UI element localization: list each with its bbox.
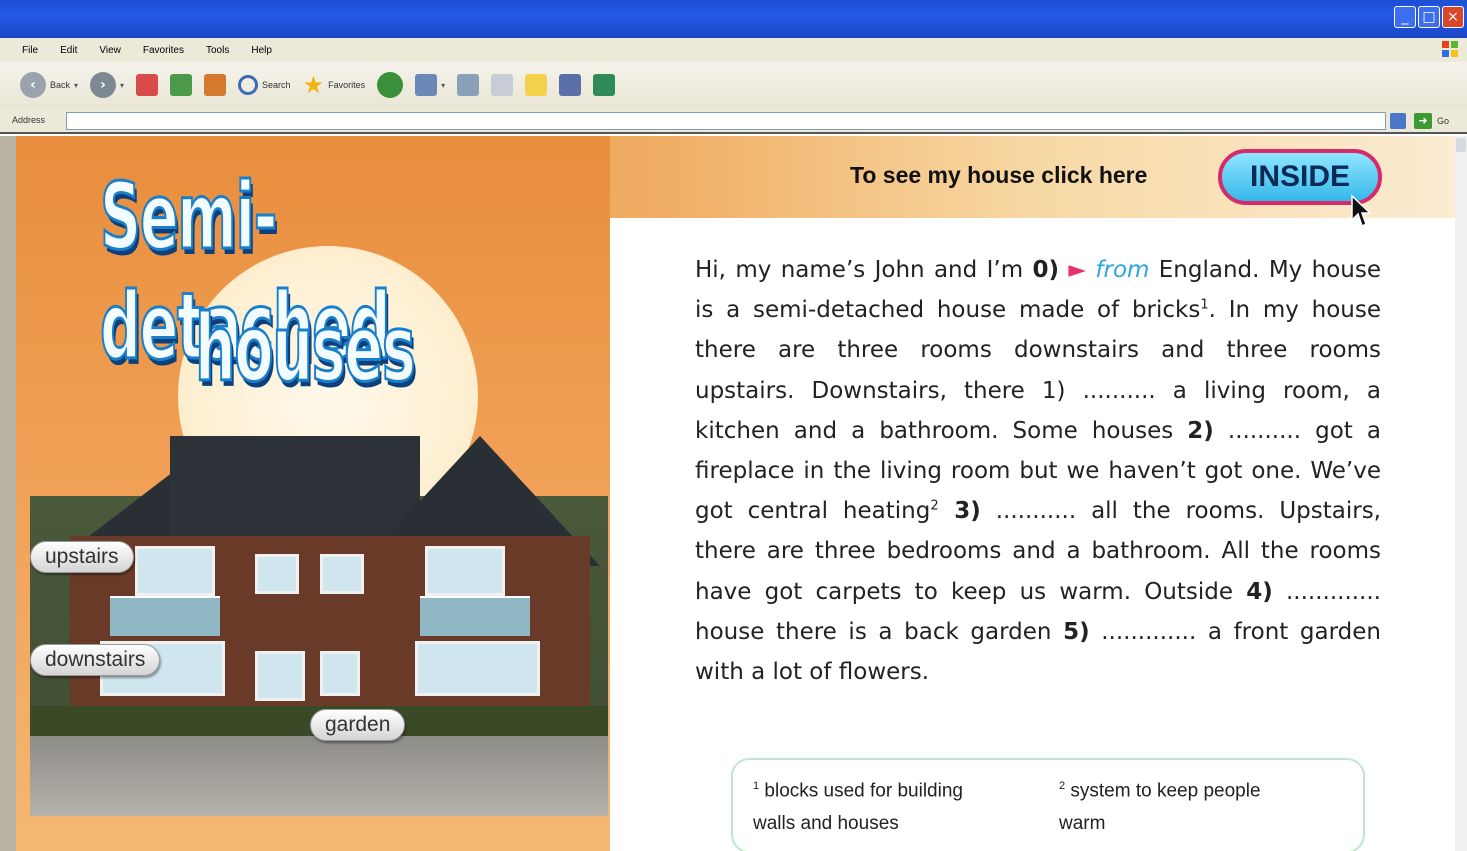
windows-flag-icon: [1442, 41, 1458, 57]
blank-number: 4): [1246, 578, 1273, 605]
messenger-button[interactable]: [593, 74, 616, 96]
back-dropdown-icon[interactable]: ▾: [74, 81, 78, 90]
road: [30, 736, 608, 816]
mail-dropdown-icon[interactable]: ▾: [441, 81, 445, 90]
maximize-button[interactable]: □: [1418, 6, 1440, 28]
footnote-2-line2: warm: [1059, 813, 1106, 835]
stop-button[interactable]: [136, 74, 159, 96]
footnote-1-number: 1: [753, 780, 760, 792]
footnotes-box: 1 blocks used for building walls and hou…: [731, 758, 1365, 851]
address-dropdown-icon[interactable]: [1390, 113, 1406, 129]
go-button[interactable]: Go: [1437, 116, 1449, 126]
close-button[interactable]: ×: [1442, 6, 1464, 28]
refresh-button[interactable]: [170, 74, 193, 96]
footnote-2-number: 2: [1059, 780, 1066, 792]
menu-view[interactable]: View: [99, 45, 121, 56]
intro-paragraph: Hi, my name’s John and I’m 0) ► from Eng…: [695, 250, 1381, 692]
stop-icon: [136, 74, 159, 96]
forward-icon: ›: [90, 72, 117, 98]
edit-icon: [491, 74, 514, 96]
click-here-text: To see my house click here: [850, 162, 1148, 188]
back-button[interactable]: ‹ Back ▾: [20, 72, 78, 98]
bay-band-right: [420, 596, 530, 636]
research-icon: [559, 74, 582, 96]
toolbar: ‹ Back ▾ › ▾ Search ★ Favorites ▾: [0, 62, 1467, 108]
menu-bar: File Edit View Favorites Tools Help: [0, 38, 1467, 62]
favorites-button[interactable]: ★ Favorites: [303, 71, 366, 99]
forward-button[interactable]: › ▾: [90, 72, 124, 98]
left-border: [0, 136, 16, 851]
research-button[interactable]: [559, 74, 582, 96]
edit-button[interactable]: [491, 74, 514, 96]
forward-dropdown-icon[interactable]: ▾: [120, 81, 124, 90]
footnote-1-line1: blocks used for building: [764, 780, 963, 802]
menu-edit[interactable]: Edit: [60, 45, 77, 56]
page-title-line2: houses: [194, 294, 417, 404]
menu-file[interactable]: File: [22, 45, 38, 56]
history-button[interactable]: [377, 72, 404, 98]
discuss-icon: [525, 74, 548, 96]
messenger-icon: [593, 74, 616, 96]
print-icon: [457, 74, 480, 96]
example-answer: from: [1095, 257, 1150, 283]
window-upper-left: [135, 546, 215, 596]
footnote-1: 1 blocks used for building walls and hou…: [753, 770, 963, 840]
back-icon: ‹: [20, 72, 46, 98]
page-content: Semi-detached houses upstairs downstairs…: [0, 136, 1467, 851]
footnote-ref: 1: [1200, 297, 1209, 313]
menu-help[interactable]: Help: [251, 45, 272, 56]
footnote-ref: 2: [930, 498, 939, 514]
minimize-button[interactable]: _: [1394, 6, 1416, 28]
footnote-2-line1: system to keep people: [1070, 780, 1261, 802]
address-label: Address: [12, 115, 46, 125]
bay-band-left: [110, 596, 220, 636]
favorites-label: Favorites: [328, 80, 366, 90]
scrollbar-up-arrow[interactable]: [1456, 138, 1466, 152]
paragraph-text: Hi, my name’s John and I’m: [695, 257, 1033, 283]
blank-number: 2): [1187, 417, 1214, 444]
window-lower-right: [415, 641, 540, 696]
back-label: Back: [50, 80, 71, 90]
address-bar: Address ➜ Go: [0, 108, 1467, 134]
footnote-1-line2: walls and houses: [753, 813, 899, 835]
home-button[interactable]: [204, 74, 227, 96]
home-icon: [204, 74, 227, 96]
door-left: [255, 651, 305, 701]
window-lower-mid: [320, 651, 360, 696]
search-label: Search: [262, 80, 291, 90]
blank-number: 5): [1063, 618, 1090, 645]
vertical-scrollbar[interactable]: [1455, 136, 1467, 851]
blank-number: 0): [1032, 257, 1059, 283]
refresh-icon: [170, 74, 193, 96]
mouse-cursor-icon: [1351, 194, 1372, 228]
menu-tools[interactable]: Tools: [206, 45, 229, 56]
window-titlebar: _ □ ×: [0, 0, 1467, 38]
blank-number: 3): [938, 498, 981, 525]
search-icon: [238, 75, 259, 95]
window-upper-mid-right: [320, 554, 364, 594]
go-arrow-icon[interactable]: ➜: [1414, 113, 1432, 129]
window-upper-right: [425, 546, 505, 596]
search-button[interactable]: Search: [238, 75, 291, 95]
mail-button[interactable]: ▾: [415, 74, 445, 96]
upstairs-tag: upstairs: [30, 541, 134, 573]
discuss-button[interactable]: [525, 74, 548, 96]
print-button[interactable]: [457, 74, 480, 96]
footnote-2: 2 system to keep people warm: [1059, 770, 1261, 840]
history-icon: [377, 72, 404, 98]
house-image: [30, 436, 608, 816]
address-input[interactable]: [66, 112, 1386, 130]
window-upper-mid-left: [255, 554, 299, 594]
favorites-star-icon: ★: [302, 71, 325, 99]
downstairs-tag: downstairs: [30, 644, 161, 676]
arrow-icon: ►: [1068, 257, 1087, 283]
mail-icon: [415, 74, 438, 96]
menu-favorites[interactable]: Favorites: [143, 45, 184, 56]
garden-tag: garden: [310, 709, 406, 741]
